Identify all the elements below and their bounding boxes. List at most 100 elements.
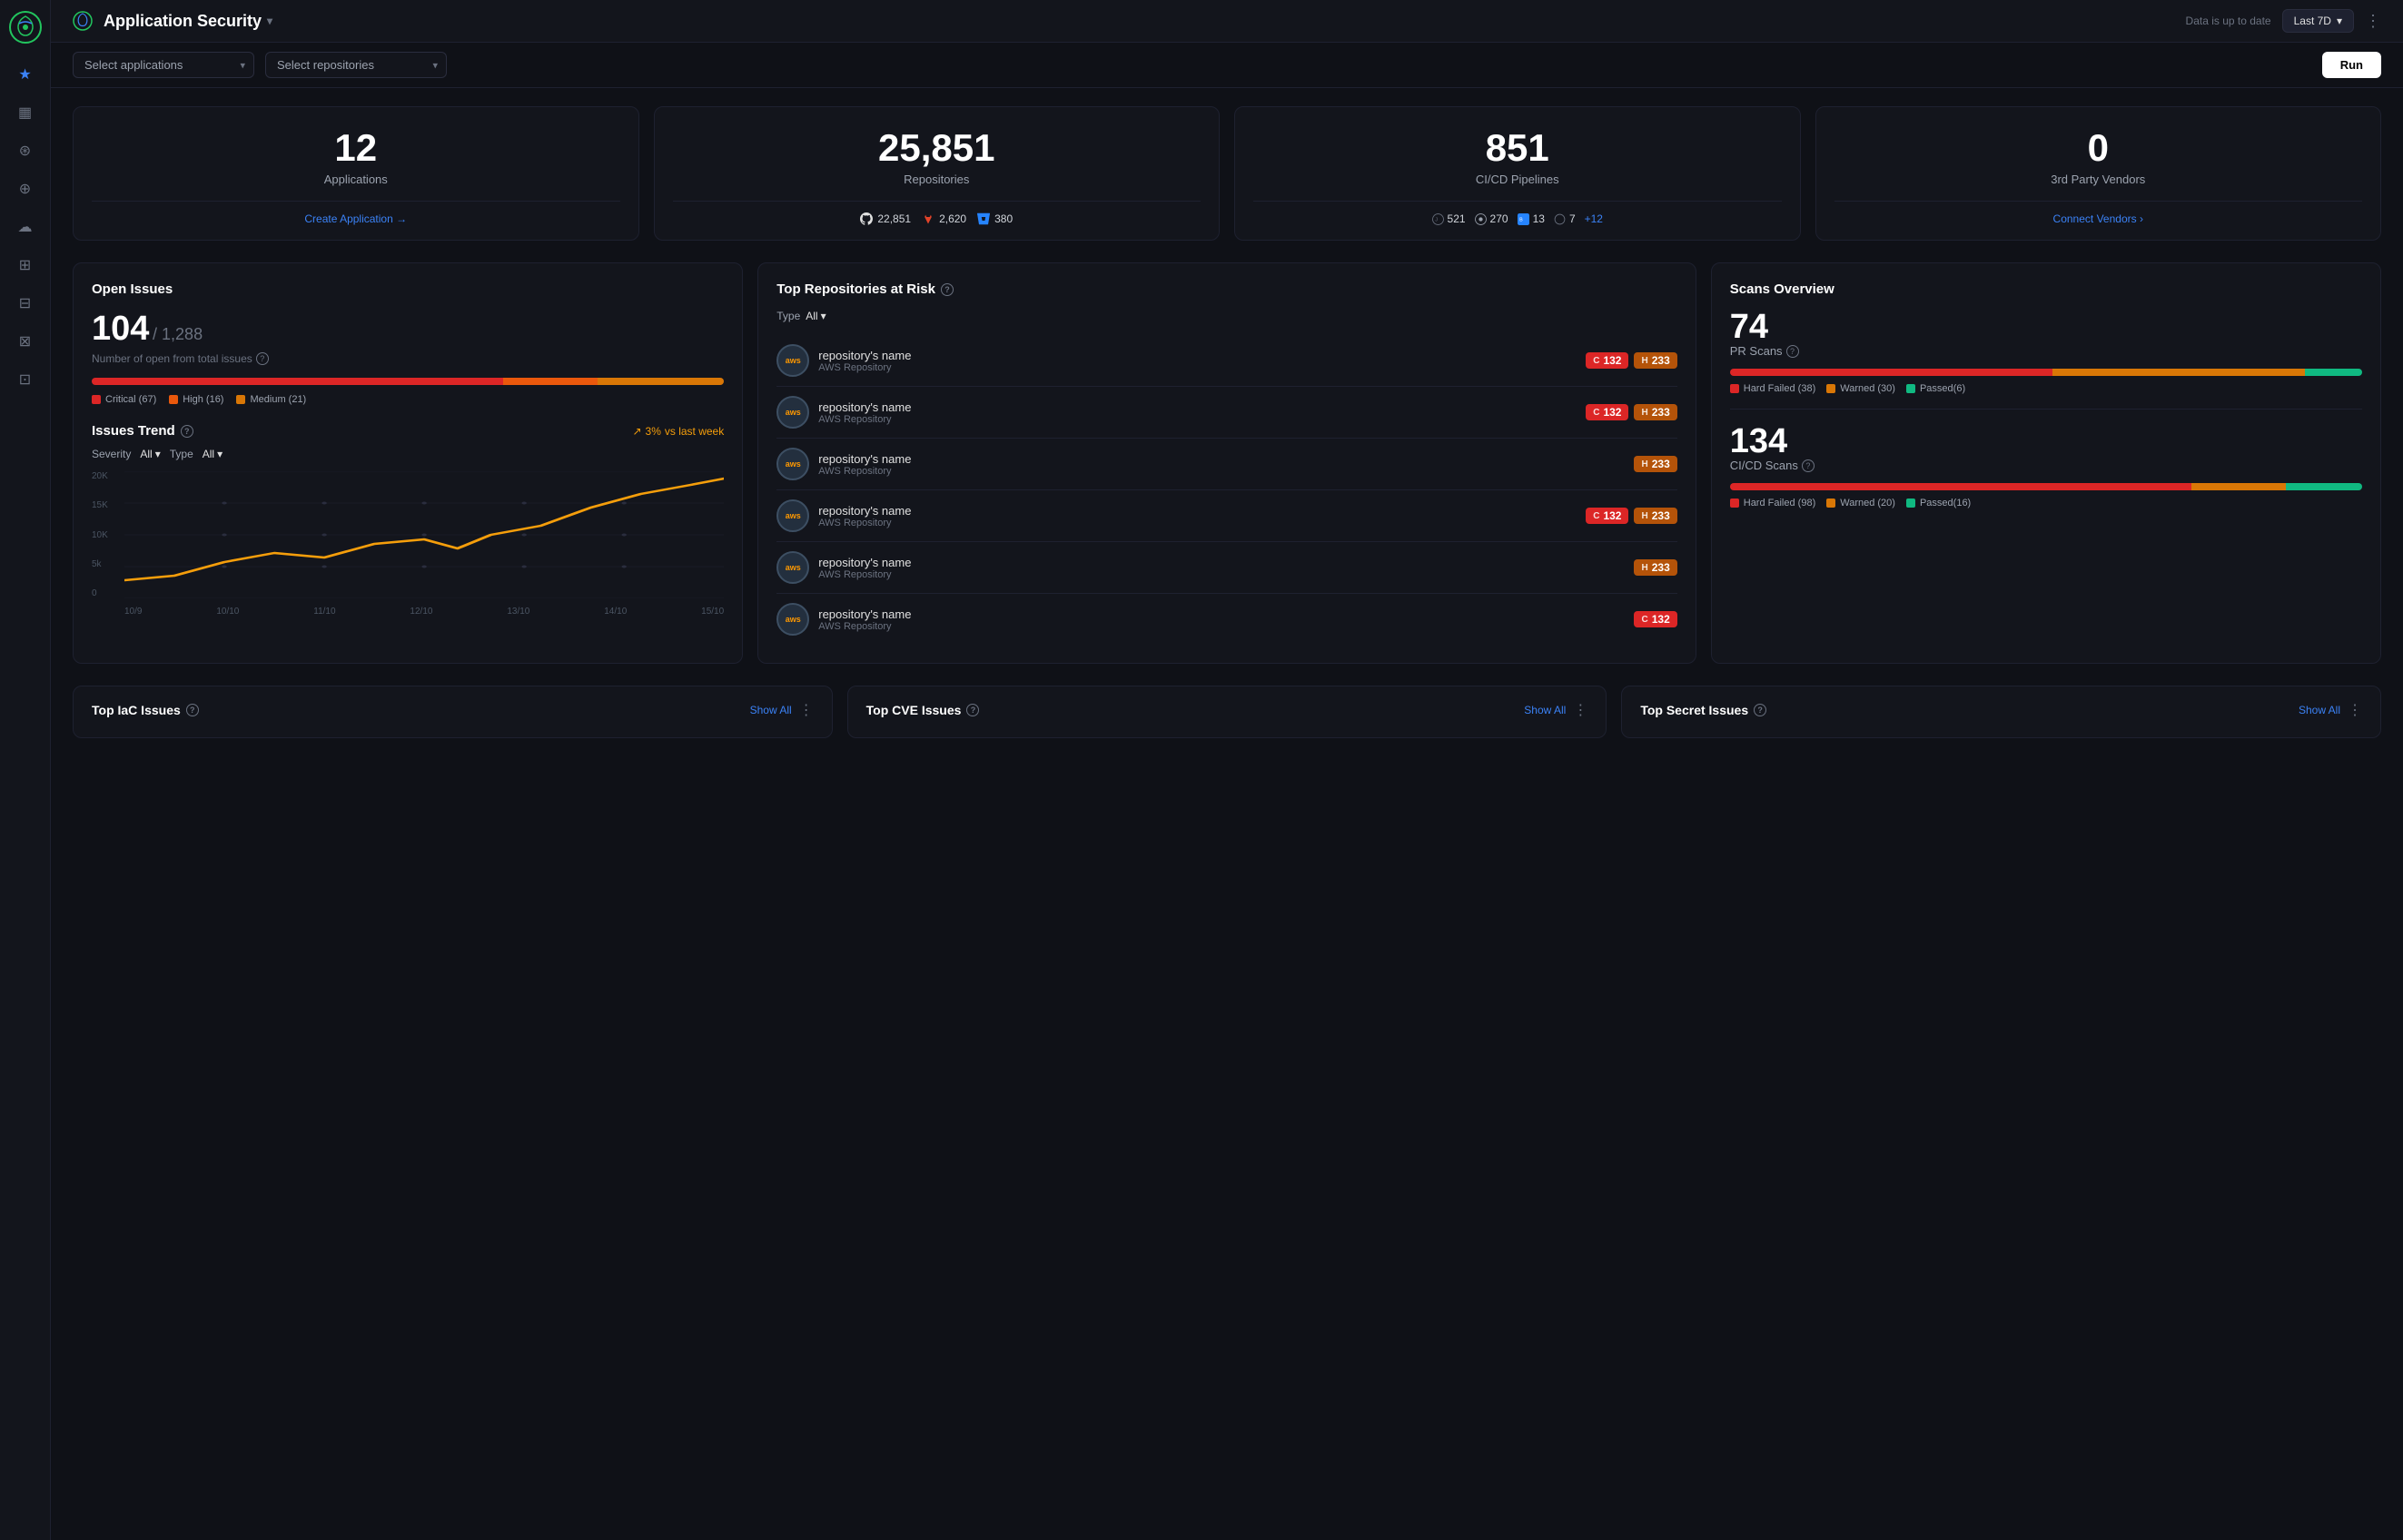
app-logo[interactable]	[9, 11, 42, 44]
pr-hf-dot	[1730, 384, 1739, 393]
aws-avatar: aws	[776, 551, 809, 584]
repo-scores: C 132 H 233	[1586, 404, 1677, 420]
open-issues-progress	[92, 378, 724, 385]
score-h-badge: H 233	[1634, 559, 1676, 576]
repositories-select[interactable]: Select repositories	[265, 52, 447, 78]
high-legend: High (16)	[169, 394, 223, 405]
cicd-passed-legend: Passed(16)	[1906, 498, 1971, 508]
open-issues-subtitle: Number of open from total issues ?	[92, 352, 724, 365]
chart-x-axis: 10/9 10/10 11/10 12/10 13/10 14/10 15/10	[124, 607, 724, 617]
type-filter[interactable]: All ▾	[203, 448, 222, 460]
sidebar-icon-integrations[interactable]: ⊡	[9, 363, 42, 396]
aws-avatar: aws	[776, 396, 809, 429]
bottom-sections: Top IaC Issues ? Show All ⋮ Top CVE Issu…	[73, 686, 2381, 738]
repo-row: aws repository's name AWS Repository H 2…	[776, 439, 1677, 490]
cicd-scans-progress	[1730, 483, 2362, 490]
cicd-warned-dot	[1826, 499, 1835, 508]
cicd-badges: J 521 270 B 13 7 +12	[1432, 212, 1603, 225]
score-h-badge: H 233	[1634, 456, 1676, 472]
main-panels: Open Issues 104 / 1,288 Number of open f…	[73, 262, 2381, 664]
secret-dots-button[interactable]: ⋮	[2348, 701, 2362, 719]
open-issues-count: 104	[92, 310, 149, 348]
score-c-badge: C 132	[1634, 611, 1676, 627]
iac-section-header: Top IaC Issues ? Show All ⋮	[92, 701, 814, 719]
data-status: Data is up to date	[2186, 15, 2271, 27]
cve-info-icon[interactable]: ?	[966, 704, 979, 716]
high-progress	[503, 378, 598, 385]
repo-type-chevron: ▾	[821, 310, 826, 322]
applications-select-wrapper: Select applications	[73, 52, 254, 78]
repositories-select-wrapper: Select repositories	[265, 52, 447, 78]
pr-warned-dot	[1826, 384, 1835, 393]
critical-legend: Critical (67)	[92, 394, 156, 405]
time-range-button[interactable]: Last 7D ▾	[2282, 9, 2354, 33]
jenkins-badge: J 521	[1432, 212, 1466, 225]
metric-card-repositories: 25,851 Repositories 22,851 2,620 380	[654, 106, 1221, 241]
create-application-link[interactable]: Create Application →	[304, 212, 407, 225]
trend-info-icon[interactable]: ?	[181, 425, 193, 438]
cicd-passed-progress	[2286, 483, 2362, 490]
repo-type-filter: Type All ▾	[776, 310, 1677, 322]
pr-scans-legend: Hard Failed (38) Warned (30) Passed(6)	[1730, 383, 2362, 394]
pr-scans-info-icon[interactable]: ?	[1786, 345, 1799, 358]
pr-hf-progress	[1730, 369, 2052, 376]
iac-show-all[interactable]: Show All	[750, 704, 792, 716]
aws-avatar: aws	[776, 448, 809, 480]
repo-info: repository's name AWS Repository	[818, 556, 1625, 580]
pr-scans-label: PR Scans ?	[1730, 344, 2362, 358]
sidebar-icon-home[interactable]: ★	[9, 58, 42, 91]
top-repos-info-icon[interactable]: ?	[941, 283, 954, 296]
sidebar-icon-docs[interactable]: ⊠	[9, 325, 42, 358]
open-issues-title: Open Issues	[92, 281, 724, 297]
cicd-scans-count: 134	[1730, 424, 2362, 459]
vendors-label: 3rd Party Vendors	[2051, 173, 2145, 186]
cve-dots-button[interactable]: ⋮	[1573, 701, 1587, 719]
cicd-scans-info-icon[interactable]: ?	[1802, 459, 1815, 472]
scans-title: Scans Overview	[1730, 281, 2362, 297]
sidebar-icon-security[interactable]: ⊛	[9, 134, 42, 167]
bitbucket-ci-icon: B	[1518, 213, 1529, 225]
top-repos-panel: Top Repositories at Risk ? Type All ▾ aw…	[757, 262, 1696, 664]
open-issues-legend: Critical (67) High (16) Medium (21)	[92, 394, 724, 405]
open-issues-total: / 1,288	[153, 325, 203, 343]
trend-arrow: ↗	[632, 425, 641, 438]
repo-scores: H 233	[1634, 456, 1676, 472]
app-icon	[73, 11, 93, 31]
sidebar: ★ ▦ ⊛ ⊕ ☁ ⊞ ⊟ ⊠ ⊡	[0, 0, 51, 1540]
repo-scores: C 132 H 233	[1586, 508, 1677, 524]
pr-warned-legend: Warned (30)	[1826, 383, 1895, 394]
score-c-badge: C 132	[1586, 352, 1628, 369]
repo-badges: 22,851 2,620 380	[860, 212, 1013, 225]
secret-info-icon[interactable]: ?	[1754, 704, 1766, 716]
metric-card-applications: 12 Applications Create Application →	[73, 106, 639, 241]
iac-dots-button[interactable]: ⋮	[799, 701, 814, 719]
cve-show-all[interactable]: Show All	[1524, 704, 1566, 716]
severity-filter[interactable]: All ▾	[140, 448, 160, 460]
sidebar-icon-settings[interactable]: ⊕	[9, 173, 42, 205]
title-chevron[interactable]: ▾	[267, 15, 272, 27]
sidebar-icon-layers[interactable]: ⊟	[9, 287, 42, 320]
score-h-badge: H 233	[1634, 352, 1676, 369]
cicd-hf-dot	[1730, 499, 1739, 508]
applications-select[interactable]: Select applications	[73, 52, 254, 78]
circleci-icon	[1475, 213, 1487, 225]
cicd-count: 851	[1486, 129, 1549, 167]
sidebar-icon-dashboard[interactable]: ▦	[9, 96, 42, 129]
connect-vendors-link[interactable]: Connect Vendors ›	[2053, 212, 2143, 225]
run-button[interactable]: Run	[2322, 52, 2381, 78]
open-issues-info-icon[interactable]: ?	[256, 352, 269, 365]
cve-section-header: Top CVE Issues ? Show All ⋮	[866, 701, 1588, 719]
sidebar-icon-cloud[interactable]: ☁	[9, 211, 42, 243]
aws-avatar: aws	[776, 499, 809, 532]
more-options-button[interactable]: ⋮	[2365, 12, 2381, 31]
high-dot	[169, 395, 178, 404]
repo-type-val[interactable]: All ▾	[806, 310, 826, 322]
medium-dot	[236, 395, 245, 404]
svg-text:B: B	[1519, 217, 1523, 222]
cicd-warned-legend: Warned (20)	[1826, 498, 1895, 508]
score-c-badge: C 132	[1586, 404, 1628, 420]
sidebar-icon-grid[interactable]: ⊞	[9, 249, 42, 281]
secret-show-all[interactable]: Show All	[2299, 704, 2340, 716]
iac-info-icon[interactable]: ?	[186, 704, 199, 716]
circle-badge: 270	[1475, 212, 1508, 225]
